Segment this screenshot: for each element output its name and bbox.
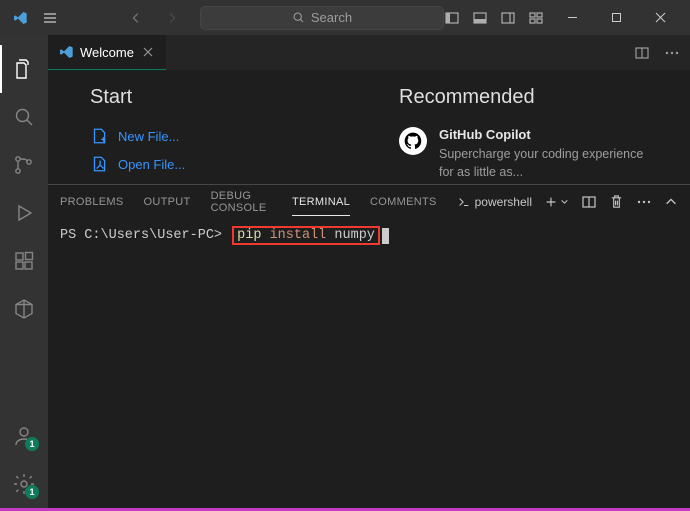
activity-accounts[interactable]: 1 bbox=[0, 412, 48, 460]
highlighted-command: pip install numpy bbox=[232, 226, 380, 245]
activity-run-debug[interactable] bbox=[0, 189, 48, 237]
welcome-recommended-column: Recommended GitHub Copilot Supercharge y… bbox=[399, 86, 648, 184]
terminal-shell-label: powershell bbox=[475, 195, 532, 209]
title-bar: Search bbox=[0, 0, 690, 35]
bottom-panel: PROBLEMS OUTPUT DEBUG CONSOLE TERMINAL C… bbox=[48, 184, 690, 508]
settings-badge: 1 bbox=[25, 485, 39, 499]
panel-tab-output[interactable]: OUTPUT bbox=[144, 196, 191, 208]
command-word-numpy: numpy bbox=[334, 228, 375, 243]
terminal-cursor bbox=[382, 228, 389, 244]
split-editor-icon[interactable] bbox=[634, 45, 650, 61]
tab-close-button[interactable] bbox=[140, 44, 156, 60]
main-area: 1 1 Welcome Start New File... bbox=[0, 35, 690, 508]
terminal-line: PS C:\Users\User-PC> pip install numpy bbox=[60, 226, 678, 245]
vscode-icon bbox=[58, 44, 74, 60]
command-word-install: install bbox=[270, 228, 327, 243]
new-file-label: New File... bbox=[118, 129, 179, 144]
panel-toolbar: powershell bbox=[457, 194, 678, 210]
recommended-item[interactable]: GitHub Copilot Supercharge your coding e… bbox=[399, 127, 648, 181]
activity-settings[interactable]: 1 bbox=[0, 460, 48, 508]
new-file-icon bbox=[90, 127, 108, 145]
search-placeholder: Search bbox=[311, 10, 352, 25]
panel-tab-terminal[interactable]: TERMINAL bbox=[292, 196, 350, 208]
layout-controls bbox=[444, 10, 544, 26]
terminal-prompt: PS C:\Users\User-PC> bbox=[60, 228, 222, 243]
activity-source-control[interactable] bbox=[0, 141, 48, 189]
tab-welcome[interactable]: Welcome bbox=[48, 35, 166, 70]
open-file-label: Open File... bbox=[118, 157, 185, 172]
tab-title: Welcome bbox=[80, 45, 134, 60]
window-controls bbox=[550, 0, 682, 35]
accounts-badge: 1 bbox=[25, 437, 39, 451]
start-heading: Start bbox=[90, 86, 339, 109]
github-copilot-icon bbox=[399, 127, 427, 155]
terminal-profile-selector[interactable]: powershell bbox=[457, 195, 532, 209]
open-file-icon bbox=[90, 155, 108, 173]
command-center-search[interactable]: Search bbox=[200, 6, 444, 30]
open-file-link[interactable]: Open File... bbox=[90, 155, 339, 173]
split-terminal-icon[interactable] bbox=[581, 194, 597, 210]
chevron-down-icon bbox=[560, 197, 569, 206]
activity-explorer[interactable] bbox=[0, 45, 48, 93]
editor-area: Welcome Start New File... Open File... bbox=[48, 35, 690, 508]
panel-tab-bar: PROBLEMS OUTPUT DEBUG CONSOLE TERMINAL C… bbox=[48, 185, 690, 218]
activity-extensions[interactable] bbox=[0, 237, 48, 285]
command-word-pip: pip bbox=[237, 228, 261, 243]
window-maximize-button[interactable] bbox=[594, 0, 638, 35]
recommended-heading: Recommended bbox=[399, 86, 648, 109]
toggle-panel-right-icon[interactable] bbox=[500, 10, 516, 26]
chevron-up-icon[interactable] bbox=[664, 195, 678, 209]
toggle-panel-bottom-icon[interactable] bbox=[472, 10, 488, 26]
activity-search[interactable] bbox=[0, 93, 48, 141]
more-actions-icon[interactable] bbox=[664, 45, 680, 61]
new-terminal-button[interactable] bbox=[544, 195, 569, 209]
window-close-button[interactable] bbox=[638, 0, 682, 35]
recommended-title: GitHub Copilot bbox=[439, 127, 648, 142]
panel-tab-problems[interactable]: PROBLEMS bbox=[60, 196, 124, 208]
toggle-panel-left-icon[interactable] bbox=[444, 10, 460, 26]
window-minimize-button[interactable] bbox=[550, 0, 594, 35]
vscode-logo-icon bbox=[12, 10, 28, 26]
trash-icon[interactable] bbox=[609, 194, 624, 209]
hamburger-menu-icon[interactable] bbox=[42, 10, 58, 26]
tab-bar: Welcome bbox=[48, 35, 690, 70]
panel-tab-debug-console[interactable]: DEBUG CONSOLE bbox=[211, 190, 272, 214]
panel-tab-comments[interactable]: COMMENTS bbox=[370, 196, 437, 208]
customize-layout-icon[interactable] bbox=[528, 10, 544, 26]
search-icon bbox=[292, 11, 305, 24]
recommended-text: GitHub Copilot Supercharge your coding e… bbox=[439, 127, 648, 181]
welcome-start-column: Start New File... Open File... bbox=[90, 86, 339, 184]
more-icon[interactable] bbox=[636, 194, 652, 210]
nav-arrows bbox=[128, 10, 180, 26]
terminal-shell-icon bbox=[457, 195, 471, 209]
activity-bar: 1 1 bbox=[0, 35, 48, 508]
recommended-desc: Supercharge your coding experience for a… bbox=[439, 145, 648, 181]
activity-extra[interactable] bbox=[0, 285, 48, 333]
nav-forward-icon[interactable] bbox=[164, 10, 180, 26]
new-file-link[interactable]: New File... bbox=[90, 127, 339, 145]
terminal-body[interactable]: PS C:\Users\User-PC> pip install numpy bbox=[48, 218, 690, 508]
nav-back-icon[interactable] bbox=[128, 10, 144, 26]
welcome-page: Start New File... Open File... Recommend… bbox=[48, 70, 690, 184]
